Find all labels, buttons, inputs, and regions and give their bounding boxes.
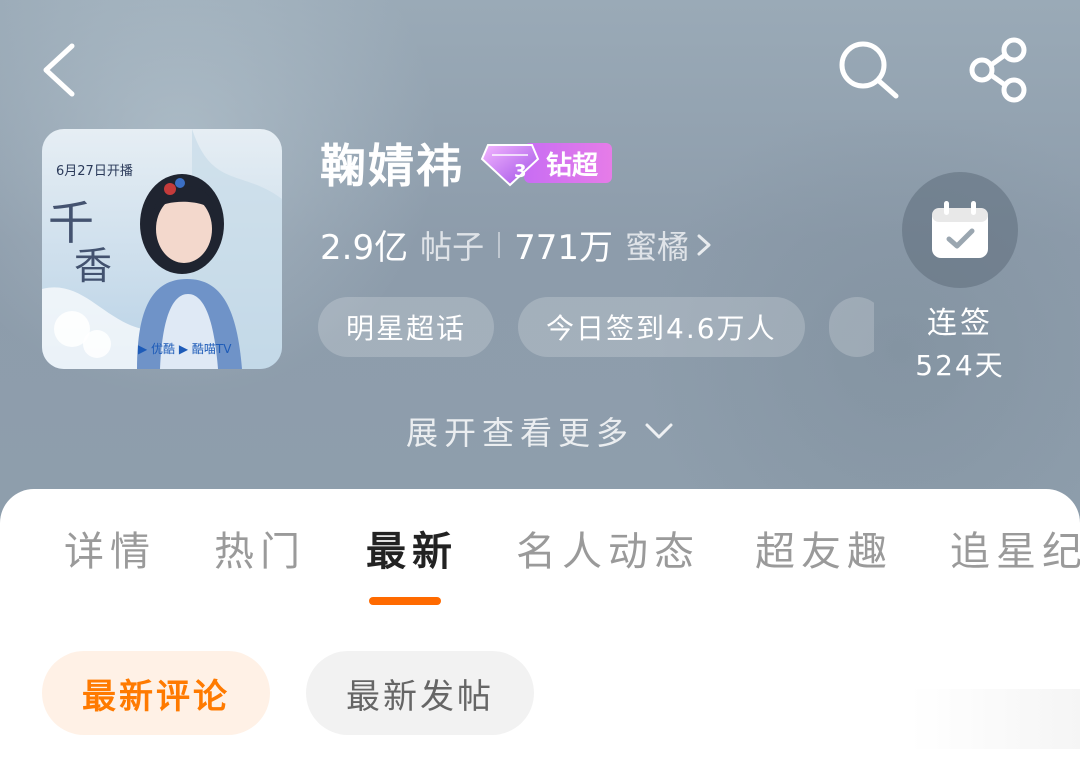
right-edge-fade	[910, 689, 1080, 749]
svg-text:千: 千	[48, 196, 94, 250]
topic-stats[interactable]: 2.9亿 帖子 771万 蜜橘	[320, 220, 713, 269]
sort-latest-posts[interactable]: 最新发帖	[306, 651, 534, 735]
cover-date-text: 6月27日开播	[56, 164, 133, 179]
expand-more-label: 展开查看更多	[405, 414, 634, 452]
checkin-days: 524天	[915, 349, 1005, 382]
topic-tags: 明星超话 今日签到4.6万人	[318, 297, 874, 359]
tab-latest[interactable]: 最新	[366, 519, 458, 577]
tab-details[interactable]: 详情	[64, 519, 156, 577]
badge-level: 3	[514, 161, 527, 182]
active-tab-indicator	[369, 597, 441, 605]
checkin-label: 连签	[927, 306, 993, 341]
topic-header: 6月27日开播 千 香 ▶ 优酷 ▶ 酷喵TV 鞠婧祎 3 钻超 2.9亿 帖子…	[0, 0, 1080, 530]
topic-title-row: 鞠婧祎 3 钻超	[320, 130, 613, 196]
sort-latest-comments[interactable]: 最新评论	[42, 651, 270, 735]
tag-more[interactable]	[828, 297, 874, 357]
chevron-down-icon	[644, 421, 674, 441]
fans-label: 蜜橘	[625, 227, 690, 266]
calendar-check-icon	[932, 201, 988, 258]
tab-bar: 详情 热门 最新 名人动态 超友趣 追星纪	[0, 519, 1080, 599]
posts-label: 帖子	[420, 227, 485, 266]
stats-divider	[498, 231, 501, 258]
tab-hot[interactable]: 热门	[214, 519, 306, 577]
posts-count: 2.9亿	[320, 228, 409, 268]
svg-text:香: 香	[74, 244, 112, 288]
svg-text:▶ 优酷 ▶ 酷喵TV: ▶ 优酷 ▶ 酷喵TV	[138, 342, 232, 356]
tag-today-checkin[interactable]: 今日签到4.6万人	[518, 297, 805, 357]
topic-cover-image[interactable]: 6月27日开播 千 香 ▶ 优酷 ▶ 酷喵TV	[42, 129, 282, 369]
chevron-right-icon	[695, 230, 713, 260]
topic-title: 鞠婧祎	[320, 139, 464, 193]
back-icon[interactable]	[36, 40, 86, 100]
tab-fun[interactable]: 超友趣	[755, 519, 893, 577]
checkin-button[interactable]	[902, 172, 1018, 288]
tag-star-super-topic[interactable]: 明星超话	[318, 297, 495, 357]
tab-celebrity-news[interactable]: 名人动态	[516, 519, 700, 577]
fans-count: 771万	[514, 228, 613, 268]
share-icon[interactable]	[964, 36, 1034, 104]
sort-options: 最新评论 最新发帖	[42, 651, 534, 735]
checkin-widget[interactable]: 连签 524天	[902, 172, 1018, 384]
search-icon[interactable]	[834, 36, 902, 104]
expand-more-button[interactable]: 展开查看更多	[0, 408, 1080, 454]
super-topic-badge[interactable]: 3 钻超	[480, 139, 613, 187]
diamond-gem-icon: 3	[480, 139, 540, 187]
tab-star-chronicle[interactable]: 追星纪	[950, 519, 1080, 577]
content-sheet: 详情 热门 最新 名人动态 超友趣 追星纪 最新评论 最新发帖	[0, 489, 1080, 759]
